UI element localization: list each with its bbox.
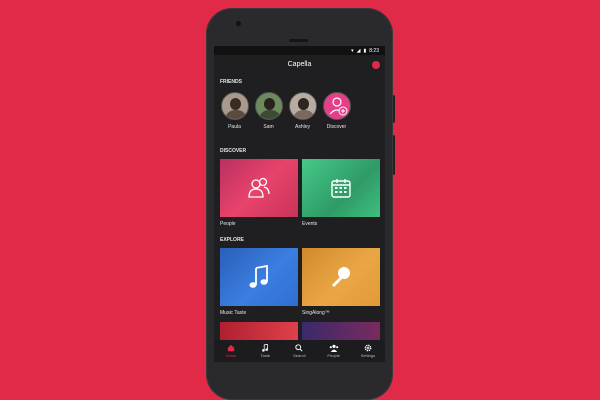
status-time: 8:23: [369, 47, 379, 54]
friend-name: Sam: [263, 124, 274, 130]
avatar: [254, 92, 283, 120]
people-icon: [248, 177, 270, 198]
nav-settings[interactable]: Settings: [353, 344, 383, 358]
friend-name: Paula: [228, 124, 241, 130]
music-taste-tile[interactable]: [220, 248, 298, 306]
front-camera: [236, 21, 241, 26]
discover-section-title: DISCOVER: [220, 148, 247, 154]
status-bar: ▾ ◢ ▮ 8:23: [214, 46, 385, 55]
search-icon: [295, 344, 304, 352]
discover-friends-button[interactable]: Discover: [322, 92, 351, 130]
people-icon: [329, 344, 338, 352]
music-note-icon: [249, 264, 268, 288]
music-note-icon: [262, 344, 269, 352]
app-title: Capella: [287, 61, 312, 68]
app-bar: Capella: [214, 55, 385, 74]
friend-item[interactable]: Sam: [254, 92, 283, 130]
events-tile[interactable]: [302, 159, 380, 217]
nav-search[interactable]: Search: [284, 344, 314, 358]
home-icon: [227, 344, 235, 352]
friend-item[interactable]: Paula: [220, 92, 249, 130]
nav-label: People: [327, 353, 340, 358]
wifi-icon: ▾: [351, 47, 354, 54]
friend-name: Ashley: [294, 124, 310, 130]
nav-label: Settings: [360, 353, 376, 358]
singalong-tile[interactable]: [302, 248, 380, 306]
microphone-icon: [332, 267, 350, 287]
bottom-navigation: Home Taste Search People Settings: [214, 340, 385, 362]
signal-icon: ◢: [356, 47, 361, 54]
explore-section-title: EXPLORE: [220, 237, 244, 243]
phone-frame: ▾ ◢ ▮ 8:23 Capella FRIENDS Paula Sam Ash…: [206, 8, 393, 400]
avatar: [220, 92, 249, 120]
friend-item[interactable]: Ashley: [288, 92, 317, 130]
people-tile-label: People: [220, 221, 236, 227]
app-screen: ▾ ◢ ▮ 8:23 Capella FRIENDS Paula Sam Ash…: [214, 46, 385, 362]
gear-icon: [364, 344, 372, 352]
nav-home[interactable]: Home: [216, 344, 246, 358]
events-tile-label: Events: [302, 221, 318, 227]
friends-section-title: FRIENDS: [220, 79, 242, 85]
nav-label: Home: [225, 353, 237, 358]
nav-taste[interactable]: Taste: [250, 344, 280, 358]
calendar-icon: [331, 179, 351, 198]
nav-people[interactable]: People: [319, 344, 349, 358]
music-taste-tile-label: Music Taste: [220, 310, 247, 316]
avatar: [288, 92, 317, 120]
friends-list: Paula Sam Ashley Discover: [220, 92, 351, 130]
people-tile[interactable]: [220, 159, 298, 217]
add-person-icon: [329, 97, 347, 116]
profile-avatar[interactable]: [372, 61, 380, 69]
avatar: [322, 92, 351, 120]
nav-label: Search: [293, 353, 306, 358]
nav-label: Taste: [260, 353, 271, 358]
earpiece-speaker: [289, 39, 308, 42]
battery-icon: ▮: [363, 47, 367, 54]
explore-tile-partial[interactable]: [220, 322, 298, 340]
explore-tile-partial[interactable]: [302, 322, 380, 340]
friend-name: Discover: [326, 124, 347, 130]
singalong-tile-label: SingAlong™: [302, 310, 330, 316]
